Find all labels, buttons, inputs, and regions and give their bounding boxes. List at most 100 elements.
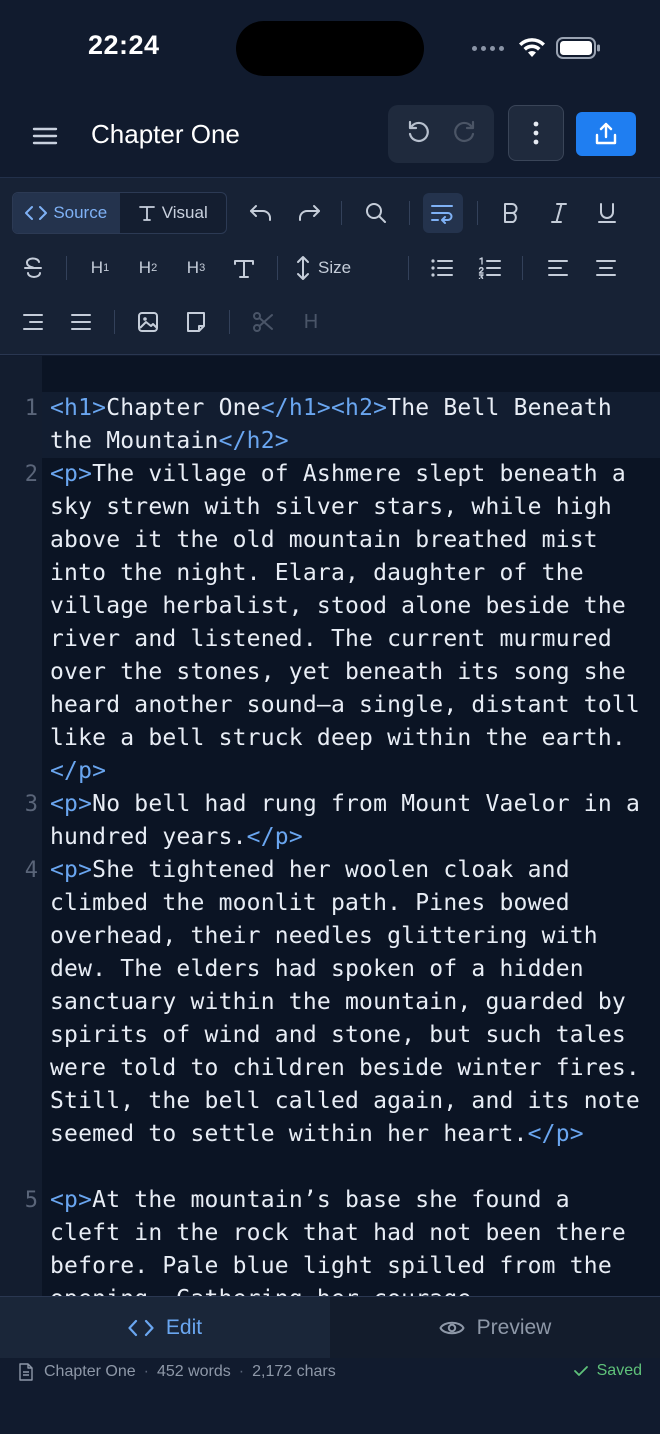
status-footer: Chapter One · 452 words · 2,172 chars Sa… (0, 1358, 660, 1386)
status-icons (472, 36, 602, 60)
source-mode-button[interactable]: Source (13, 193, 120, 233)
toolbar-separator (341, 201, 342, 225)
note-icon (187, 312, 205, 332)
heading-3-button[interactable]: H3 (176, 248, 216, 288)
visual-mode-button[interactable]: Visual (120, 193, 227, 233)
heading-2-button[interactable]: H2 (128, 248, 168, 288)
word-wrap-button[interactable] (423, 193, 463, 233)
line-number: 2 (24, 462, 38, 487)
redo-button[interactable] (450, 118, 478, 151)
numbered-list-button[interactable] (470, 248, 510, 288)
align-right-icon (23, 314, 43, 330)
wrap-text-icon (431, 205, 453, 224)
dynamic-island (236, 21, 424, 76)
redo-icon (453, 120, 474, 142)
heading-3-sub: 3 (199, 262, 206, 274)
scissors-icon (253, 312, 273, 332)
tab-edit[interactable]: Edit (0, 1297, 330, 1358)
line-text: <p>At the mountain’s base she found a cl… (50, 1187, 626, 1296)
export-button[interactable] (576, 112, 636, 156)
save-status: Saved (573, 1362, 642, 1380)
insert-note-button[interactable] (176, 302, 216, 342)
line-text: <h1>Chapter One</h1><h2>The Bell Beneath… (50, 395, 626, 454)
heading-1-label: H (90, 258, 104, 277)
cellular-signal-icon (472, 45, 504, 51)
redo-arrow-icon (299, 205, 320, 221)
tab-preview[interactable]: Preview (330, 1297, 660, 1358)
align-center-button[interactable] (586, 248, 626, 288)
toolbar-undo-button[interactable] (241, 193, 281, 233)
strikethrough-icon (24, 257, 42, 278)
cut-button[interactable] (243, 302, 283, 342)
font-size-label: Size (318, 258, 352, 277)
bold-button[interactable] (491, 193, 531, 233)
share-upload-icon (595, 122, 617, 145)
heading-3-label: H (186, 258, 200, 277)
visual-mode-label: Visual (161, 203, 208, 222)
more-options-button[interactable] (508, 105, 564, 161)
text-style-button[interactable] (224, 248, 264, 288)
word-count: 452 words (156, 1363, 231, 1380)
toolbar-separator (66, 256, 67, 280)
undo-button[interactable] (405, 118, 433, 151)
align-left-icon (548, 260, 568, 276)
align-right-button[interactable] (13, 302, 53, 342)
underline-icon (598, 203, 616, 223)
toolbar-redo-button[interactable] (289, 193, 329, 233)
align-left-button[interactable] (538, 248, 578, 288)
numbered-list-icon (478, 257, 501, 279)
source-mode-label: Source (53, 203, 108, 222)
italic-icon (551, 203, 567, 223)
line-number: 1 (24, 396, 38, 421)
bold-icon (504, 203, 518, 223)
checkmark-icon (573, 1366, 588, 1376)
line-number: 4 (24, 858, 38, 883)
line-number-gutter (0, 356, 42, 1296)
insert-image-button[interactable] (128, 302, 168, 342)
image-icon (138, 312, 158, 332)
formatting-toolbar: Source Visual H1 H2 H3 Size H (0, 177, 660, 355)
heading-2-sub: 2 (151, 262, 158, 274)
separator-dot: · (143, 1363, 149, 1380)
align-center-icon (596, 260, 616, 276)
font-size-button[interactable]: Size (296, 248, 351, 288)
menu-button[interactable] (30, 121, 60, 151)
history-group (388, 105, 494, 163)
document-icon (19, 1363, 33, 1381)
app-header: Chapter One (0, 96, 660, 176)
document-title: Chapter One (91, 119, 240, 149)
horizontal-rule-button[interactable]: H (291, 302, 331, 342)
strikethrough-button[interactable] (13, 248, 53, 288)
underline-button[interactable] (587, 193, 627, 233)
text-t-icon (234, 260, 254, 278)
find-button[interactable] (356, 193, 396, 233)
text-t-icon (138, 206, 155, 221)
hamburger-menu-icon (32, 127, 58, 145)
status-bar: 22:24 (0, 0, 660, 96)
code-editor[interactable]: 1 <h1>Chapter One</h1><h2>The Bell Beneat… (0, 356, 660, 1296)
char-count: 2,172 chars (252, 1363, 336, 1380)
toolbar-separator (114, 310, 115, 334)
toolbar-separator (277, 256, 278, 280)
vertical-dots-icon (533, 121, 539, 145)
italic-button[interactable] (539, 193, 579, 233)
line-number: 3 (24, 792, 38, 817)
toolbar-separator (409, 201, 410, 225)
align-justify-button[interactable] (61, 302, 101, 342)
bullet-list-button[interactable] (422, 248, 462, 288)
heading-1-sub: 1 (103, 262, 110, 274)
heading-1-button[interactable]: H1 (80, 248, 120, 288)
code-icon (25, 206, 48, 220)
status-time: 22:24 (88, 30, 160, 60)
bullet-list-icon (431, 259, 453, 277)
battery-icon (556, 37, 600, 59)
horizontal-rule-label: H (303, 310, 319, 333)
search-icon (366, 203, 386, 223)
vertical-resize-icon (297, 256, 309, 280)
align-justify-icon (71, 314, 91, 330)
mode-toggle: Source Visual (12, 192, 227, 234)
undo-arrow-icon (250, 205, 271, 221)
tab-edit-label: Edit (165, 1315, 203, 1339)
toolbar-separator (408, 256, 409, 280)
footer-doc-name: Chapter One (44, 1363, 136, 1380)
